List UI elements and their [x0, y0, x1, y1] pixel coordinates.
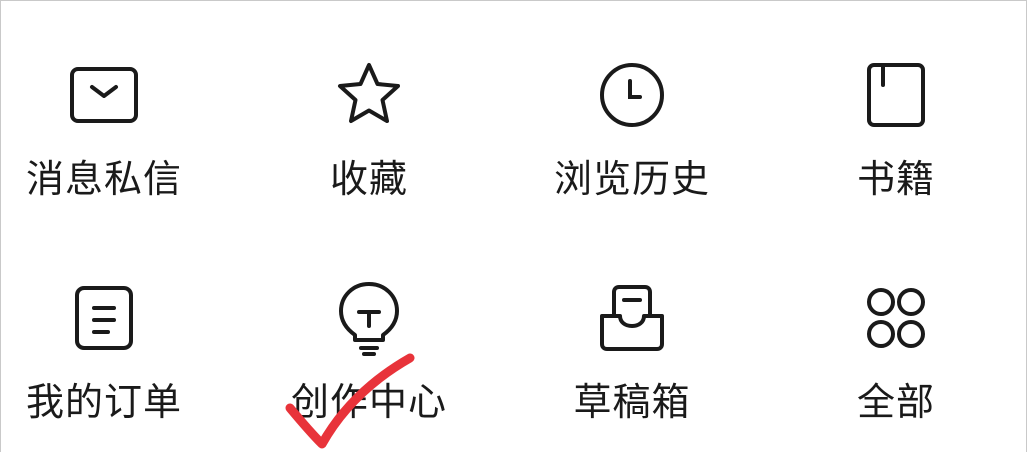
- clock-icon: [592, 55, 672, 135]
- grid-all-icon: [856, 278, 936, 358]
- lightbulb-icon: [329, 278, 409, 358]
- grid-item-label: 消息私信: [25, 157, 182, 201]
- grid-item-label: 浏览历史: [553, 157, 710, 201]
- order-icon: [64, 278, 144, 358]
- grid-item-history[interactable]: 浏览历史: [532, 55, 732, 201]
- grid-item-creator-center[interactable]: 创作中心: [269, 278, 469, 424]
- grid-item-label: 收藏: [329, 157, 408, 201]
- grid-item-books[interactable]: 书籍: [796, 55, 996, 201]
- grid-item-favorites[interactable]: 收藏: [269, 55, 469, 201]
- star-icon: [329, 55, 409, 135]
- grid-item-drafts[interactable]: 草稿箱: [532, 278, 732, 424]
- grid-item-label: 草稿箱: [573, 380, 691, 424]
- grid-item-messages[interactable]: 消息私信: [4, 55, 204, 201]
- function-grid: 消息私信 收藏 浏览历史 书籍 我的订单 创作中心 草稿箱 全部: [0, 0, 1027, 453]
- grid-item-all[interactable]: 全部: [796, 278, 996, 424]
- drafts-box-icon: [592, 278, 672, 358]
- grid-item-orders[interactable]: 我的订单: [4, 278, 204, 424]
- book-icon: [856, 55, 936, 135]
- grid-item-label: 书籍: [856, 157, 935, 201]
- mail-icon: [64, 55, 144, 135]
- grid-item-label: 我的订单: [25, 380, 182, 424]
- grid-item-label: 全部: [856, 380, 935, 424]
- grid-item-label: 创作中心: [290, 380, 447, 424]
